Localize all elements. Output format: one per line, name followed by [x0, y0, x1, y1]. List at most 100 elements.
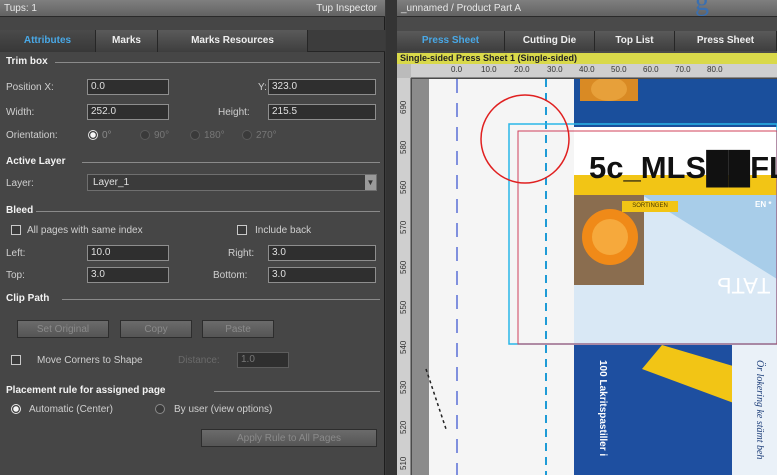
orientation-90-label: 90° [154, 130, 170, 141]
chevron-down-icon: ▼ [365, 175, 376, 190]
copy-button[interactable]: Copy [120, 320, 192, 338]
ruler-label: 0.0 [451, 65, 463, 74]
position-x-label: Position X: [6, 82, 54, 93]
ruler-label: 60.0 [643, 65, 659, 74]
width-label: Width: [6, 107, 35, 118]
panel-splitter[interactable] [386, 0, 397, 475]
orientation-90-radio[interactable] [140, 130, 150, 140]
ruler-label: 510 [399, 456, 408, 470]
rotated-product-text: ТАТЬ [717, 273, 771, 298]
height-field[interactable]: 215.5 [268, 104, 376, 120]
divider [36, 211, 380, 212]
press-sheet-canvas: _unnamed / Product Part A g Press Sheet … [397, 0, 777, 475]
bleed-left-field[interactable]: 10.0 [87, 245, 169, 261]
height-label: Height: [218, 107, 250, 118]
ruler-label: 70.0 [675, 65, 691, 74]
tab-top-list[interactable]: Top List [595, 31, 675, 51]
tab-press-sheet[interactable]: Press Sheet [397, 31, 505, 51]
product-name-text: 5c_MLS [589, 150, 707, 185]
orientation-0-label: 0° [102, 130, 112, 141]
horizontal-ruler: 0.0 10.0 20.0 30.0 40.0 50.0 60.0 70.0 8… [411, 64, 777, 78]
layer-value: Layer_1 [93, 177, 130, 188]
ruler-corner [397, 64, 411, 78]
heading-fragment: g [695, 0, 709, 17]
tab-press-sheet-2[interactable]: Press Sheet [675, 31, 777, 51]
bleed-bottom-field[interactable]: 3.0 [268, 267, 376, 283]
by-user-radio[interactable] [155, 404, 165, 414]
product-name: 5c_MLS██FL [589, 150, 777, 186]
canvas-title-bar: _unnamed / Product Part A [397, 0, 777, 17]
orientation-180-label: 180° [204, 130, 225, 141]
canvas-tabs: Press Sheet Cutting Die Top List Press S… [397, 31, 777, 51]
sheet-status-bar: Single-sided Press Sheet 1 (Single-sided… [397, 53, 777, 64]
move-corners-checkbox[interactable] [11, 355, 21, 365]
bleed-left-label: Left: [6, 248, 26, 259]
side-vertical-text: 100 Lakritspastiller i [597, 360, 608, 457]
vertical-ruler: 690 580 560 570 560 550 540 530 520 510 [397, 78, 411, 475]
placement-title: Placement rule for assigned page [6, 385, 166, 396]
canvas-title: _unnamed / Product Part A [401, 3, 522, 14]
ruler-label: 690 [399, 100, 408, 114]
product-name-suffix: FL [750, 150, 777, 185]
ruler-label: 560 [399, 180, 408, 194]
orientation-270-radio[interactable] [242, 130, 252, 140]
orientation-label: Orientation: [6, 130, 58, 141]
divider [62, 299, 380, 300]
include-back-checkbox[interactable] [237, 225, 247, 235]
ruler-label: 520 [399, 420, 408, 434]
ruler-label: 10.0 [481, 65, 497, 74]
ruler-label: 560 [399, 260, 408, 274]
orientation-180-radio[interactable] [190, 130, 200, 140]
include-back-label: Include back [255, 225, 312, 236]
ruler-label: 570 [399, 220, 408, 234]
layer-label: Layer: [6, 178, 34, 189]
automatic-center-radio[interactable] [11, 404, 21, 414]
tab-attributes[interactable]: Attributes [0, 30, 96, 52]
tup-inspector-panel: Tups: 1 Tup Inspector Attributes Marks M… [0, 0, 385, 475]
all-pages-checkbox[interactable] [11, 225, 21, 235]
active-layer-title: Active Layer [6, 156, 66, 167]
product-badge: SORTINGEN [622, 201, 678, 212]
ruler-label: 540 [399, 340, 408, 354]
ruler-label: 530 [399, 380, 408, 394]
automatic-center-label: Automatic (Center) [29, 404, 113, 415]
ruler-label: 30.0 [547, 65, 563, 74]
by-user-label: By user (view options) [174, 404, 273, 415]
bleed-right-label: Right: [228, 248, 255, 259]
tab-marks-resources[interactable]: Marks Resources [158, 30, 308, 52]
ruler-label: 80.0 [707, 65, 723, 74]
set-original-button[interactable]: Set Original [17, 320, 109, 338]
bleed-top-label: Top: [6, 270, 25, 281]
ruler-label: 550 [399, 300, 408, 314]
inspector-tabs: Attributes Marks Marks Resources [0, 30, 385, 52]
italic-vertical-text: Ör lokering ke stämt beh [754, 360, 765, 460]
divider [55, 62, 380, 63]
bleed-top-field[interactable]: 3.0 [87, 267, 169, 283]
position-y-field[interactable]: 323.0 [268, 79, 376, 95]
inspector-title: Tups: 1 [4, 3, 37, 14]
bleed-right-field[interactable]: 3.0 [268, 245, 376, 261]
tab-cutting-die[interactable]: Cutting Die [505, 31, 595, 51]
ruler-label: 40.0 [579, 65, 595, 74]
clip-path-title: Clip Path [6, 293, 50, 304]
inspector-title-bar: Tups: 1 Tup Inspector [0, 0, 385, 17]
tab-marks[interactable]: Marks [96, 30, 158, 52]
layer-select[interactable]: Layer_1 ▼ [87, 174, 377, 191]
apply-rule-button[interactable]: Apply Rule to All Pages [201, 429, 377, 447]
paste-button[interactable]: Paste [202, 320, 274, 338]
trim-box-title: Trim box [6, 56, 48, 67]
inspector-subtitle: Tup Inspector [316, 3, 377, 14]
product-badge-right: EN * [755, 200, 772, 209]
orientation-0-radio[interactable] [88, 130, 98, 140]
ruler-label: 20.0 [514, 65, 530, 74]
position-x-field[interactable]: 0.0 [87, 79, 169, 95]
all-pages-label: All pages with same index [27, 225, 143, 236]
width-field[interactable]: 252.0 [87, 104, 169, 120]
divider [214, 391, 380, 392]
divider [82, 162, 380, 163]
distance-field[interactable]: 1.0 [237, 352, 289, 368]
y-label: Y: [258, 82, 267, 93]
ruler-label: 50.0 [611, 65, 627, 74]
orientation-270-label: 270° [256, 130, 277, 141]
ruler-label: 580 [399, 140, 408, 154]
